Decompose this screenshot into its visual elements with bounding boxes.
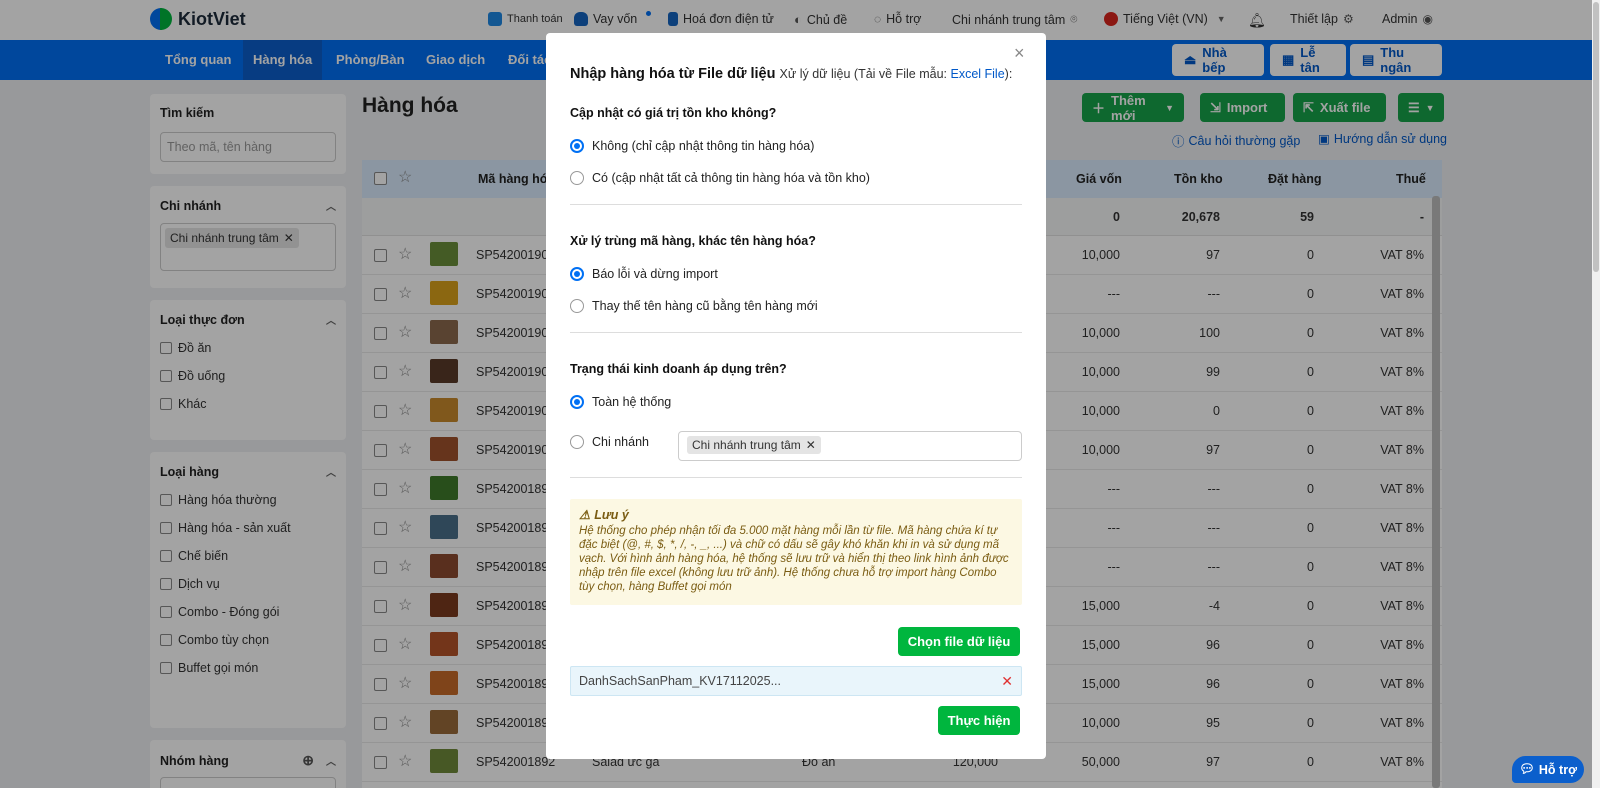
submit-button[interactable]: Thực hiện (938, 706, 1020, 735)
radio[interactable] (570, 171, 584, 185)
question-duplicate-code: Xử lý trùng mã hàng, khác tên hàng hóa? (570, 234, 816, 248)
divider (570, 332, 1022, 333)
note-body: Hệ thống cho phép nhận tối đa 5.000 mặt … (579, 525, 1009, 593)
option-replace-name-label: Thay thế tên hàng cũ bằng tên hàng mới (592, 299, 818, 313)
question-business-status: Trạng thái kinh doanh áp dụng trên? (570, 362, 787, 376)
file-name: DanhSachSanPham_KV17112025... (579, 674, 782, 688)
radio[interactable] (570, 299, 584, 313)
support-float-button[interactable]: 💬︎ Hỗ trợ (1512, 756, 1584, 783)
option-replace-name[interactable]: Thay thế tên hàng cũ bằng tên hàng mới (570, 299, 818, 313)
option-whole-system-label: Toàn hệ thống (592, 395, 672, 409)
radio-selected[interactable] (570, 139, 584, 153)
option-branch[interactable]: Chi nhánh (570, 435, 649, 449)
note-title: ⚠ Lưu ý (579, 507, 1013, 523)
branch-select[interactable]: Chi nhánh trung tâm ✕ (678, 431, 1022, 461)
option-update-all[interactable]: Có (cập nhật tất cả thông tin hàng hóa v… (570, 171, 870, 185)
question-update-stock: Cập nhật có giá trị tồn kho không? (570, 106, 777, 120)
chat-icon: 💬︎ (1519, 762, 1535, 776)
choose-file-button[interactable]: Chọn file dữ liệu (898, 627, 1020, 656)
option-update-all-label: Có (cập nhật tất cả thông tin hàng hóa v… (592, 171, 870, 185)
option-no-stock-update-label: Không (chỉ cập nhật thông tin hàng hóa) (592, 139, 815, 153)
divider (570, 477, 1022, 478)
close-icon[interactable]: × (1014, 43, 1025, 64)
radio-selected[interactable] (570, 395, 584, 409)
option-whole-system[interactable]: Toàn hệ thống (570, 395, 671, 409)
import-dialog: × Nhập hàng hóa từ File dữ liệu Xử lý dữ… (546, 33, 1046, 759)
selected-file: DanhSachSanPham_KV17112025... ✕ (570, 666, 1022, 696)
support-float-label: Hỗ trợ (1538, 762, 1577, 777)
branch-tag: Chi nhánh trung tâm ✕ (687, 436, 821, 454)
warning-icon: ⚠ (579, 508, 591, 522)
page-scrollbar-thumb[interactable] (1593, 2, 1599, 272)
divider (570, 204, 1022, 205)
option-branch-label: Chi nhánh (592, 435, 649, 449)
radio[interactable] (570, 435, 584, 449)
dialog-title: Nhập hàng hóa từ File dữ liệu Xử lý dữ l… (570, 66, 1012, 82)
branch-tag-label: Chi nhánh trung tâm (692, 438, 801, 452)
radio-selected[interactable] (570, 267, 584, 281)
option-report-error-label: Báo lỗi và dừng import (592, 267, 718, 281)
option-no-stock-update[interactable]: Không (chỉ cập nhật thông tin hàng hóa) (570, 139, 814, 153)
option-report-error[interactable]: Báo lỗi và dừng import (570, 267, 718, 281)
dialog-subtitle-end: ): (1004, 67, 1013, 81)
remove-file-icon[interactable]: ✕ (1001, 673, 1013, 690)
dialog-title-text: Nhập hàng hóa từ File dữ liệu (570, 66, 776, 82)
note-title-label: Lưu ý (594, 507, 629, 522)
dialog-subtitle: Xử lý dữ liệu (Tải về File mẫu: (779, 67, 951, 81)
remove-tag-icon[interactable]: ✕ (806, 438, 816, 452)
excel-template-link[interactable]: Excel File (950, 67, 1004, 81)
note-box: ⚠ Lưu ý Hệ thống cho phép nhận tối đa 5.… (570, 499, 1022, 605)
